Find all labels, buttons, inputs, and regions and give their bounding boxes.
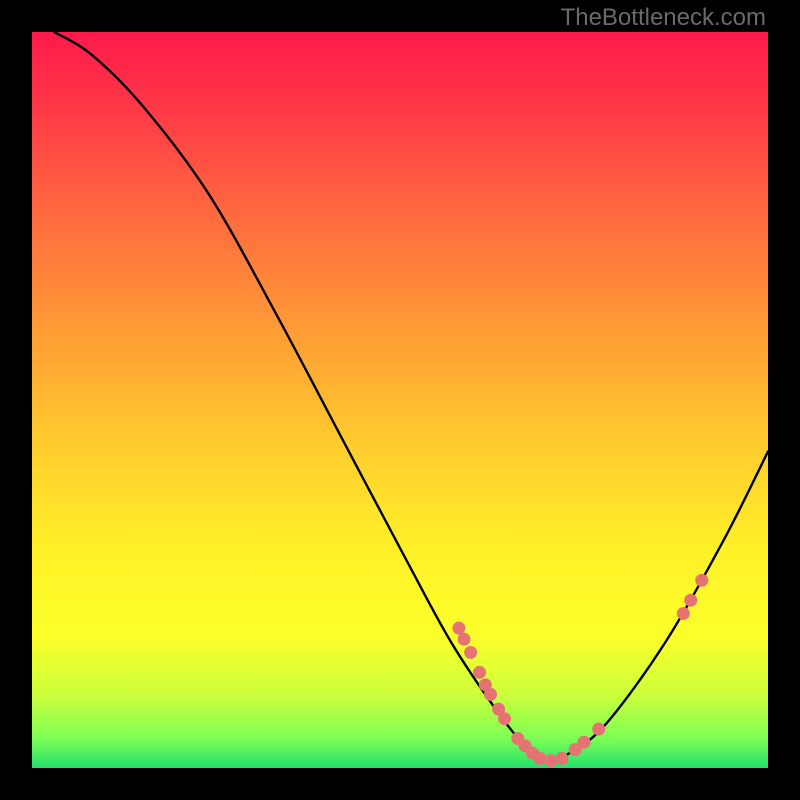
data-marker: [533, 752, 546, 765]
data-marker: [578, 736, 591, 749]
data-marker: [695, 574, 708, 587]
data-marker: [498, 712, 511, 725]
data-marker: [684, 594, 697, 607]
data-markers: [452, 574, 708, 767]
data-marker: [473, 666, 486, 679]
data-marker: [592, 722, 605, 735]
data-marker: [464, 646, 477, 659]
data-marker: [452, 622, 465, 635]
data-marker: [458, 633, 471, 646]
data-marker: [677, 607, 690, 620]
bottleneck-curve: [54, 32, 768, 761]
data-marker: [484, 688, 497, 701]
data-marker: [555, 752, 568, 765]
chart-layer: [32, 32, 768, 768]
chart-plot-area: [32, 32, 768, 768]
watermark-label: TheBottleneck.com: [561, 4, 766, 32]
data-marker: [544, 754, 557, 767]
